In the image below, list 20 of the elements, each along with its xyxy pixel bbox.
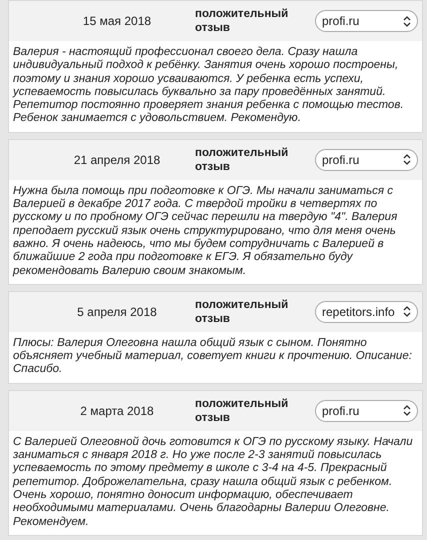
review-type: положительный отзыв (195, 7, 290, 35)
source-select[interactable]: profi.ru (315, 10, 418, 32)
source-select[interactable]: profi.ru (315, 148, 418, 171)
source-select[interactable]: profi.ru (315, 400, 418, 422)
review-date: 15 мая 2018 (82, 14, 152, 28)
caret-icon (403, 16, 411, 26)
review-type: положительный отзыв (195, 298, 290, 326)
review-date: 5 апреля 2018 (76, 304, 158, 319)
review-text: Нужна была помощь при подготовке к ОГЭ. Мы начали заниматься с Валерией в декабре 2017 года. С твердой тройки в четвертях по русскому и по пробному ОГЭ сейчас перешли на твердую "4". Валерия преподает русский язык очень структурировано, что для меня очень важно. Я очень надеюсь, что мы будем сотрудничать с Валерией в ближайшие 2 года при подготовке к ЕГЭ. Я обязательно буду рекомендовать Валерию своим знакомым. (12, 184, 398, 279)
review-text: Плюсы: Валерия Олеговна нашла общий язык с сыном. Понятно объясняет учебный материал, советует книги к прочтению. Описание: Спасибо. (12, 336, 413, 378)
caret-icon (403, 154, 411, 166)
review-type: положительный отзыв (195, 146, 290, 174)
caret-icon (403, 405, 411, 416)
review-date: 2 марта 2018 (79, 404, 155, 418)
review-text: С Валерией Олеговной дочь готовится к ОГЭ по русскому языку. Начали заниматься с января 2018 г. Но уже после 2-3 занятий повысилась успеваемость по этому предмету в школе с 3-4 на 4-5. Прекрасный репетитор. Доброжелательна, сразу нашла общий язык с ребенком. Очень хорошо, понятно доносит информацию, обеспечивает необходимыми материалами. Очень благодарны Валерии Олеговне. Рекомендуем. (12, 434, 414, 530)
source-select[interactable]: repetitors.info (315, 300, 418, 323)
review-type: положительный отзыв (195, 396, 290, 425)
caret-icon (403, 306, 411, 318)
review-date: 21 апреля 2018 (72, 152, 162, 167)
review-text: Валерия - настоящий профессионал своего дела. Сразу нашла индивидуальный подход к ребёнку. Занятия очень хорошо построены, поэтому и знания хорошо усваиваются. У ребенка есть успехи, успеваемость повысилась буквально за пару проведённых занятий. Репетитор постоянно проверяет знания ребенка с помощью тестов. Ребенок занимается с удовольствием. Рекомендую. (12, 45, 405, 126)
